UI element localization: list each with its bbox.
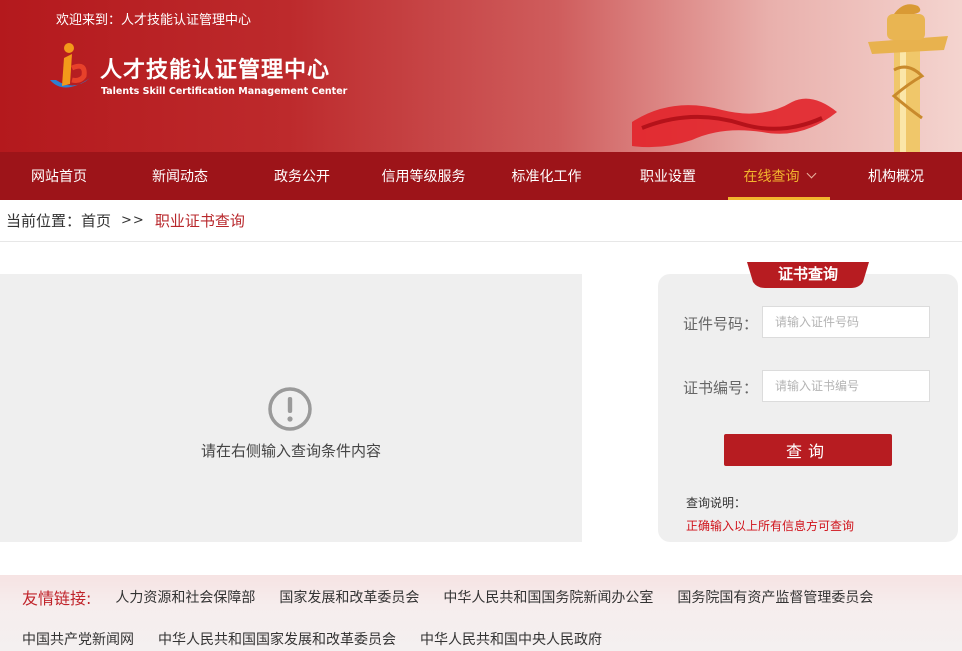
nav-item-label: 信用等级服务: [381, 169, 466, 185]
nav-item-news[interactable]: 新闻动态: [118, 152, 242, 200]
query-note-title: 查询说明：: [686, 496, 747, 510]
links-row-1: 友情链接: 人力资源和社会保障部 国家发展和改革委员会 中华人民共和国国务院新闻…: [22, 585, 897, 609]
nav-item-label: 机构概况: [868, 169, 924, 185]
link-cpc-news[interactable]: 中国共产党新闻网: [22, 629, 134, 649]
nav-item-occupation-settings[interactable]: 职业设置: [608, 152, 728, 200]
welcome-text: 欢迎来到：人才技能认证管理中心: [56, 13, 252, 28]
breadcrumb-prefix: 当前位置：: [6, 212, 82, 230]
nav-item-online-query[interactable]: 在线查询: [728, 152, 830, 200]
query-note-text: 正确输入以上所有信息方可查询: [686, 519, 855, 533]
nav-item-label: 在线查询: [743, 169, 800, 185]
nav-item-standardization[interactable]: 标准化工作: [485, 152, 608, 200]
nav-item-credit-services[interactable]: 信用等级服务: [362, 152, 485, 200]
link-central-government[interactable]: 中华人民共和国中央人民政府: [420, 629, 602, 649]
breadcrumb-separator: >>: [121, 213, 145, 228]
links-title: 友情链接:: [22, 589, 92, 608]
breadcrumb-home-link[interactable]: 首页: [81, 210, 111, 231]
link-sasac[interactable]: 国务院国有资产监督管理委员会: [677, 587, 873, 607]
link-scio[interactable]: 中华人民共和国国务院新闻办公室: [443, 587, 653, 607]
links-row-2: 中国共产党新闻网 中华人民共和国国家发展和改革委员会 中华人民共和国中央人民政府: [22, 629, 626, 649]
nav-item-label: 政务公开: [274, 169, 330, 185]
huabiao-pillar-illustration: [632, 4, 948, 152]
certificate-number-label: 证书编号：: [683, 379, 759, 397]
friendly-links: 友情链接: 人力资源和社会保障部 国家发展和改革委员会 中华人民共和国国务院新闻…: [0, 575, 962, 651]
link-mohrss[interactable]: 人力资源和社会保障部: [115, 587, 255, 607]
main-nav: 网站首页 新闻动态 政务公开 信用等级服务 标准化工作 职业设置 在线查询 机构…: [0, 152, 962, 200]
exclamation-circle-icon: [268, 387, 312, 431]
nav-item-home[interactable]: 网站首页: [0, 152, 118, 200]
id-number-input[interactable]: [762, 306, 930, 338]
breadcrumb-current: 职业证书查询: [154, 212, 245, 230]
nav-item-about[interactable]: 机构概况: [830, 152, 962, 200]
nav-item-label: 网站首页: [31, 169, 87, 185]
certificate-number-input[interactable]: [762, 370, 930, 402]
nav-item-label: 职业设置: [640, 169, 696, 185]
link-ndrc[interactable]: 国家发展和改革委员会: [279, 587, 419, 607]
logo-icon[interactable]: [44, 40, 100, 96]
chevron-down-icon: [806, 168, 816, 179]
site-header: 欢迎来到：人才技能认证管理中心 人才技能认证管理中心 Talents Skill…: [0, 0, 962, 152]
nav-item-label: 标准化工作: [511, 169, 582, 185]
query-tab-title: 证书查询: [777, 265, 838, 283]
id-number-label: 证件号码：: [683, 315, 759, 333]
link-ndrc-full[interactable]: 中华人民共和国国家发展和改革委员会: [158, 629, 396, 649]
query-submit-button[interactable]: 查询: [724, 434, 892, 466]
breadcrumb: 当前位置： 首页 >> 职业证书查询: [0, 200, 962, 242]
result-message: 请在右侧输入查询条件内容: [200, 442, 381, 460]
logo-title-cn: 人才技能认证管理中心: [100, 58, 331, 83]
logo-title-en: Talents Skill Certification Management C…: [101, 86, 348, 97]
nav-item-label: 新闻动态: [152, 169, 208, 185]
nav-item-government-affairs[interactable]: 政务公开: [242, 152, 362, 200]
